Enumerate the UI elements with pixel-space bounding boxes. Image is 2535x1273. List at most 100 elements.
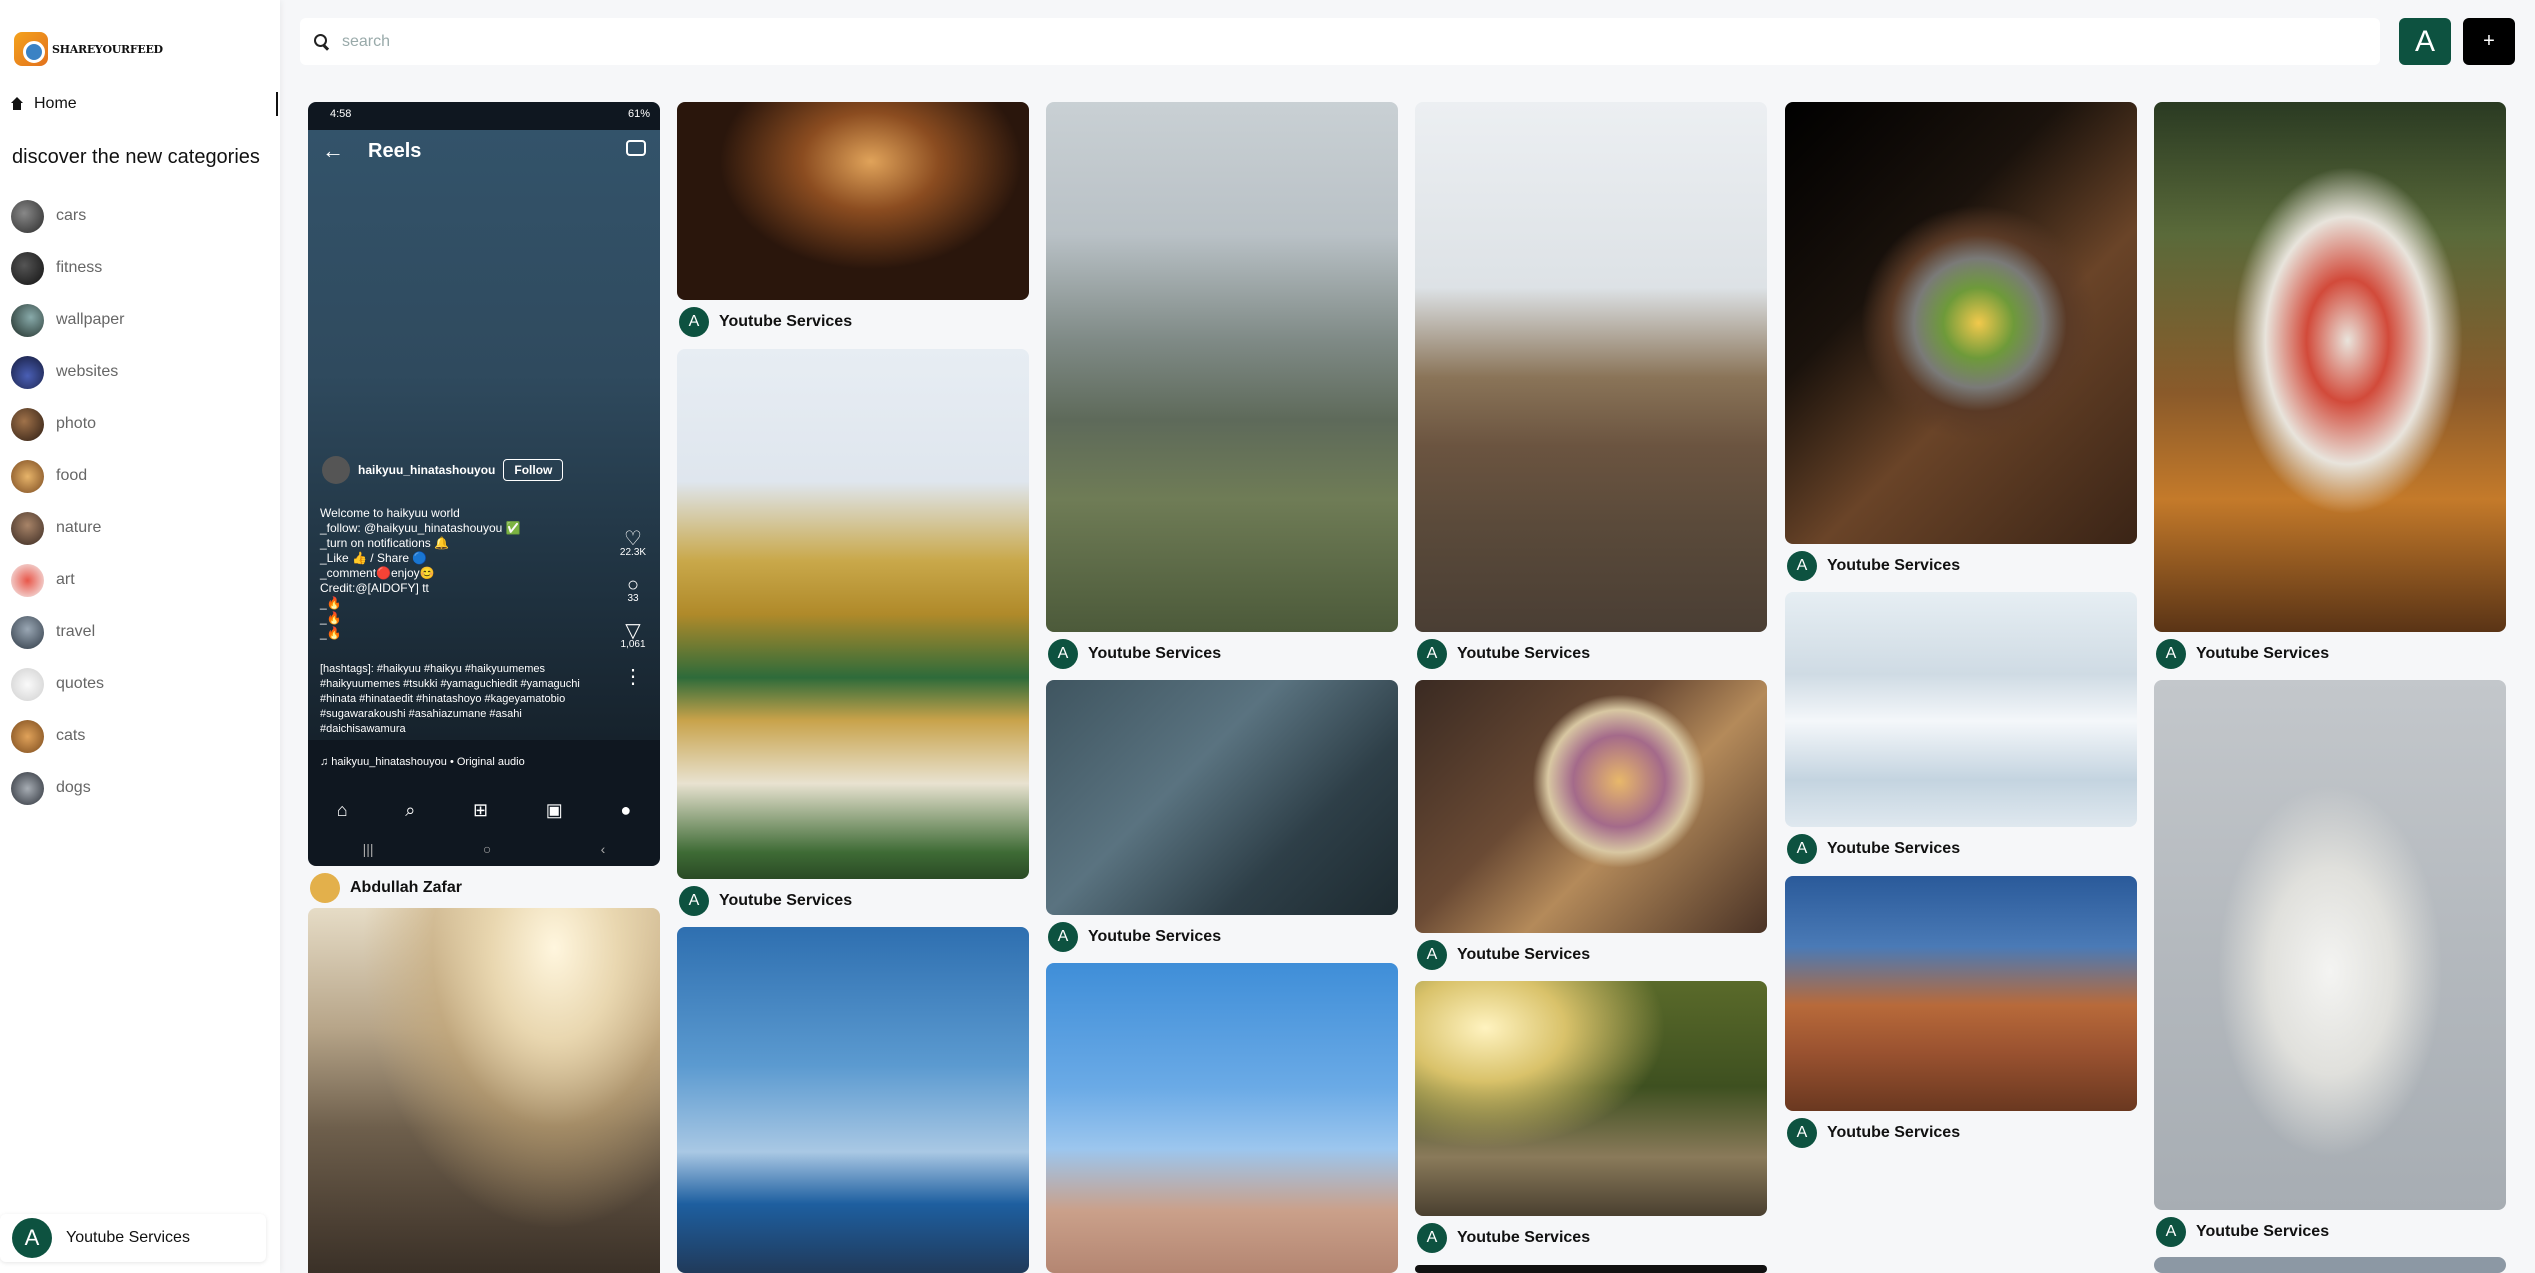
pin-card[interactable]: A Youtube Services — [1046, 102, 1398, 670]
category-thumbnail — [11, 303, 44, 337]
home-icon — [10, 97, 24, 111]
pin-card[interactable]: A Youtube Services — [1785, 876, 2137, 1149]
category-label: art — [56, 571, 75, 588]
pin-image-partial[interactable] — [2154, 1257, 2506, 1273]
pin-card[interactable]: A Youtube Services — [1785, 592, 2137, 865]
pin-card[interactable]: A Youtube Services — [1785, 102, 2137, 582]
sidebar-item-cars[interactable]: cars — [11, 190, 124, 242]
phone-battery: 61% — [627, 108, 650, 120]
sidebar-item-quotes[interactable]: quotes — [11, 658, 124, 710]
pin-card[interactable] — [308, 908, 660, 1273]
app-logo[interactable]: SHAREYOURFEED — [14, 32, 163, 66]
pin-card[interactable] — [2154, 1257, 2506, 1273]
reel-video-frame — [308, 130, 660, 740]
pin-card[interactable]: A Youtube Services — [677, 349, 1029, 917]
sidebar-item-photo[interactable]: photo — [11, 398, 124, 450]
sidebar-item-art[interactable]: art — [11, 554, 124, 606]
sidebar-item-food[interactable]: food — [11, 450, 124, 502]
owner-name: Youtube Services — [1457, 645, 1591, 662]
home-icon: ⌂ — [336, 799, 348, 820]
pin-image-village[interactable] — [308, 908, 660, 1273]
owner-name: Youtube Services — [1457, 946, 1591, 963]
recents-icon: ||| — [362, 841, 374, 857]
pin-owner[interactable]: A Youtube Services — [1415, 939, 1767, 971]
pin-image-cat[interactable] — [2154, 680, 2506, 1210]
pin-image-night-castle[interactable] — [677, 102, 1029, 300]
pin-owner[interactable]: A Youtube Services — [1785, 550, 2137, 582]
owner-name: Youtube Services — [719, 892, 853, 909]
pin-owner[interactable]: A Youtube Services — [1046, 921, 1398, 953]
pin-owner[interactable]: A Youtube Services — [677, 885, 1029, 917]
phone-tabbar: ⌂ ⌕ ⊞ ▣ ● — [308, 790, 660, 830]
profile-button[interactable]: A — [2399, 18, 2451, 65]
pin-image-forest-road[interactable] — [1415, 981, 1767, 1216]
pin-owner[interactable]: A Youtube Services — [2154, 638, 2506, 670]
pin-owner[interactable]: A Youtube Services — [677, 306, 1029, 338]
pin-card[interactable]: A Youtube Services — [2154, 680, 2506, 1248]
pin-card[interactable]: A Youtube Services — [1415, 981, 1767, 1254]
search-input[interactable] — [342, 32, 2242, 51]
pin-image-desert-rocks[interactable] — [1785, 876, 2137, 1111]
pin-card[interactable] — [1046, 963, 1398, 1273]
pin-card[interactable]: A Youtube Services — [677, 102, 1029, 338]
category-label: wallpaper — [56, 311, 125, 328]
category-thumbnail — [11, 615, 44, 649]
pin-image-phone-screenshot[interactable]: 4:58 61% ← Reels haikyuu_hinatashouyou F… — [308, 102, 660, 866]
pin-card[interactable]: A Youtube Services — [1046, 680, 1398, 953]
avatar: A — [2156, 639, 2186, 669]
pin-image-temple[interactable] — [677, 349, 1029, 879]
pin-image-smoothie-bowl[interactable] — [1415, 680, 1767, 933]
pin-image-sushi-platter[interactable] — [2154, 102, 2506, 632]
pin-image-cactus[interactable] — [1046, 102, 1398, 632]
pin-card[interactable] — [1415, 1265, 1767, 1273]
pin-owner[interactable]: A Youtube Services — [1785, 833, 2137, 865]
search-bar[interactable] — [300, 18, 2380, 65]
pin-owner[interactable]: A Youtube Services — [1415, 638, 1767, 670]
sidebar-item-websites[interactable]: websites — [11, 346, 124, 398]
pin-card[interactable]: A Youtube Services — [1415, 102, 1767, 670]
pin-image-deadlift[interactable] — [1046, 680, 1398, 915]
pin-image-snow-mountain[interactable] — [1785, 592, 2137, 827]
pin-card[interactable] — [677, 927, 1029, 1273]
pin-card[interactable]: 4:58 61% ← Reels haikyuu_hinatashouyou F… — [308, 102, 660, 904]
follow-button: Follow — [503, 459, 564, 481]
owner-name: Abdullah Zafar — [350, 879, 463, 896]
sidebar-item-home[interactable]: Home — [10, 91, 280, 117]
pin-image-horses-plain[interactable] — [1415, 102, 1767, 632]
sidebar-item-nature[interactable]: nature — [11, 502, 124, 554]
sidebar-item-dogs[interactable]: dogs — [11, 762, 124, 814]
pin-image-plated-dish[interactable] — [1785, 102, 2137, 544]
pin-owner[interactable]: A Youtube Services — [1785, 1117, 2137, 1149]
discover-heading: discover the new categories — [12, 146, 260, 168]
pin-image-santa-monica-pier[interactable] — [677, 927, 1029, 1273]
pin-owner[interactable]: A Youtube Services — [1415, 1222, 1767, 1254]
avatar: A — [679, 307, 709, 337]
pin-card[interactable]: A Youtube Services — [2154, 102, 2506, 670]
camera-icon — [626, 140, 646, 156]
search-icon: ⌕ — [405, 799, 416, 820]
create-pin-button[interactable]: + — [2463, 18, 2515, 65]
comment-icon: ○ — [626, 574, 640, 596]
sidebar-item-wallpaper[interactable]: wallpaper — [11, 294, 124, 346]
avatar: A — [679, 886, 709, 916]
heart-icon: ♡ — [624, 528, 642, 550]
profile-icon: ● — [620, 799, 632, 820]
logo-text: SHAREYOURFEED — [52, 42, 163, 56]
sidebar-item-travel[interactable]: travel — [11, 606, 124, 658]
pin-owner[interactable]: A Youtube Services — [2154, 1216, 2506, 1248]
pin-image-castle[interactable] — [1046, 963, 1398, 1273]
category-thumbnail — [11, 251, 44, 285]
sidebar-user-profile[interactable]: A Youtube Services — [0, 1214, 266, 1262]
avatar: A — [1048, 639, 1078, 669]
category-list: cars fitness wallpaper websites photo fo… — [11, 190, 124, 814]
category-thumbnail — [11, 407, 44, 441]
pin-owner[interactable]: A Youtube Services — [1046, 638, 1398, 670]
sidebar-item-cats[interactable]: cats — [11, 710, 124, 762]
search-icon — [314, 33, 330, 50]
reel-user: haikyuu_hinatashouyou Follow — [322, 456, 564, 484]
owner-name: Youtube Services — [719, 313, 853, 330]
pin-image-dark[interactable] — [1415, 1265, 1767, 1273]
pin-card[interactable]: A Youtube Services — [1415, 680, 1767, 971]
sidebar-item-fitness[interactable]: fitness — [11, 242, 124, 294]
pin-owner[interactable]: Abdullah Zafar — [308, 872, 660, 904]
